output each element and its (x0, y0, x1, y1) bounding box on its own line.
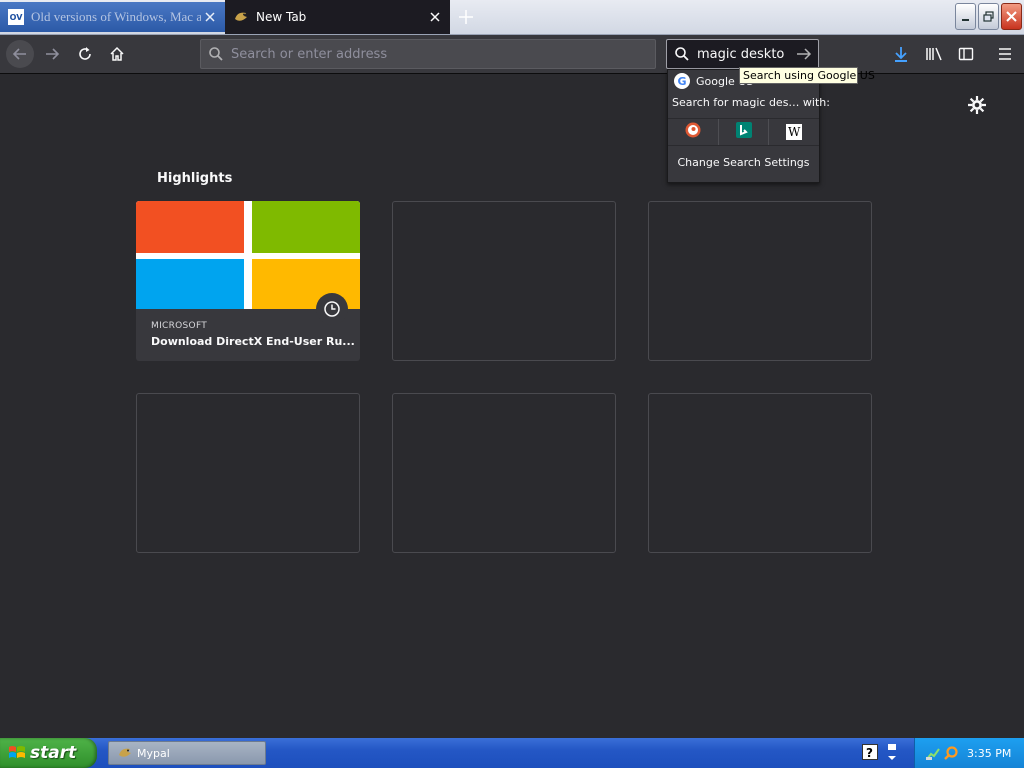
tab-bar: OV Old versions of Windows, Mac and New … (0, 0, 1024, 35)
restore-button[interactable] (978, 3, 999, 30)
empty-card-placeholder (136, 393, 360, 553)
reload-button[interactable] (71, 40, 99, 68)
language-switch-icon[interactable] (885, 743, 899, 763)
back-button[interactable] (6, 40, 34, 68)
empty-card-placeholder (648, 393, 872, 553)
oldversion-icon: OV (8, 9, 24, 25)
change-search-settings-button[interactable]: Change Search Settings (668, 156, 819, 169)
clock: 3:35 PM (967, 746, 1012, 760)
one-off-engines: W (668, 118, 819, 146)
system-tray: 3:35 PM (914, 738, 1024, 768)
wikipedia-icon: W (786, 124, 803, 140)
favicon-text: OV (9, 12, 23, 22)
url-bar[interactable]: Search or enter address (200, 39, 656, 69)
tab-title: New Tab (256, 10, 307, 24)
help-icon[interactable]: ? (862, 744, 878, 760)
card-title: Download DirectX End-User Ru... (151, 335, 355, 348)
sidebar-icon[interactable] (952, 40, 980, 68)
menu-icon[interactable] (991, 40, 1019, 68)
tooltip: Search using Google US (739, 67, 875, 84)
taskbar-item-mypal[interactable]: Mypal (108, 741, 266, 765)
tab-new-tab[interactable]: New Tab (225, 0, 450, 34)
svg-text:?: ? (866, 746, 873, 760)
google-icon: G (674, 73, 690, 89)
empty-card-placeholder (392, 393, 616, 553)
highlights-heading: Highlights (157, 171, 233, 186)
search-icon (201, 46, 231, 62)
tab-close-icon[interactable] (426, 8, 444, 26)
search-suggestions-popup: G Google US Search for magic des… with: … (667, 69, 830, 183)
highlight-card[interactable]: MICROSOFT Download DirectX End-User Ru..… (136, 201, 360, 361)
download-icon[interactable] (887, 40, 915, 68)
minimize-button[interactable] (955, 3, 976, 30)
search-value: magic deskto (697, 46, 785, 62)
search-with-label: Search for magic des… with: (672, 96, 830, 109)
start-button[interactable]: start (0, 738, 97, 768)
bing-icon (735, 122, 752, 142)
duckduckgo-icon (685, 122, 701, 142)
wikipedia-letter: W (788, 125, 801, 139)
forward-button[interactable] (38, 40, 66, 68)
wikipedia-button[interactable]: W (769, 119, 819, 145)
gear-icon[interactable] (966, 94, 988, 116)
search-tray-icon[interactable] (943, 745, 959, 761)
taskbar-item-label: Mypal (137, 746, 170, 760)
windows-logo-icon (8, 744, 26, 762)
tab-title: Old versions of Windows, Mac and (31, 9, 201, 24)
start-label: start (30, 743, 77, 763)
card-source: MICROSOFT (151, 321, 208, 331)
empty-card-placeholder (392, 201, 616, 361)
url-placeholder: Search or enter address (231, 46, 388, 62)
search-input[interactable]: magic deskto (666, 39, 819, 69)
search-icon (667, 46, 697, 62)
bing-button[interactable] (719, 119, 770, 145)
mypal-icon (117, 745, 133, 761)
window-close-button[interactable] (1001, 3, 1022, 30)
arrow-right-icon[interactable] (790, 46, 818, 62)
scrollbar[interactable] (1008, 74, 1024, 738)
duckduckgo-button[interactable] (668, 119, 719, 145)
empty-card-placeholder (648, 201, 872, 361)
library-icon[interactable] (920, 40, 948, 68)
home-button[interactable] (103, 40, 131, 68)
tab-close-icon[interactable] (201, 8, 219, 26)
tab-old-versions[interactable]: OV Old versions of Windows, Mac and (0, 2, 225, 32)
clock-icon (316, 293, 348, 325)
new-tab-plus-icon[interactable] (455, 6, 477, 28)
network-icon[interactable] (925, 745, 941, 761)
mypal-icon (233, 9, 249, 25)
